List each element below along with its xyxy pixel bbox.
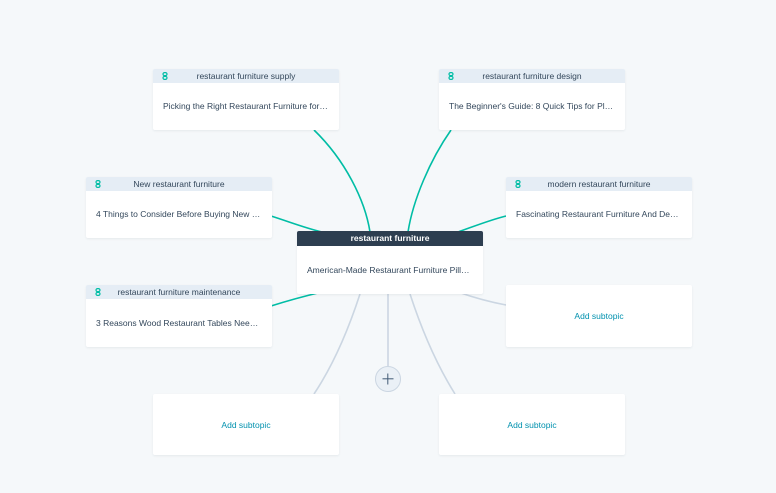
subtopic-header: New restaurant furniture — [86, 177, 272, 191]
add-subtopic-button[interactable]: Add subtopic — [439, 394, 625, 455]
connector-line — [407, 129, 452, 233]
add-subtopic-label: Add subtopic — [507, 419, 557, 430]
link-icon — [95, 288, 101, 296]
subtopic-title: Fascinating Restaurant Furniture And Des… — [516, 209, 692, 219]
link-icon — [515, 180, 521, 188]
subtopic-keyword: restaurant furniture supply — [196, 71, 296, 81]
add-subtopic-label: Add subtopic — [574, 311, 624, 321]
subtopic-title: Picking the Right Restaurant Furniture f… — [163, 101, 339, 111]
subtopic-keyword: modern restaurant furniture — [547, 179, 651, 189]
pillar-card[interactable]: restaurant furniture American-Made Resta… — [297, 231, 483, 294]
subtopic-title: 4 Things to Consider Before Buying New R… — [96, 209, 272, 219]
subtopic-header: restaurant furniture supply — [153, 69, 339, 83]
subtopic-keyword: New restaurant furniture — [133, 179, 225, 189]
link-icon — [162, 72, 168, 80]
subtopic-keyword: restaurant furniture maintenance — [117, 287, 241, 297]
subtopic-title: 3 Reasons Wood Restaurant Tables Need Ma… — [96, 318, 272, 328]
subtopic-card[interactable]: modern restaurant furniture Fascinating … — [506, 177, 692, 238]
pillar-topic: restaurant furniture — [297, 231, 483, 246]
subtopic-card[interactable]: restaurant furniture supply Picking the … — [153, 69, 339, 130]
add-subtopic-button[interactable]: Add subtopic — [153, 394, 339, 455]
subtopic-title: The Beginner's Guide: 8 Quick Tips for P… — [449, 101, 625, 111]
connector-line — [270, 215, 323, 233]
link-icon — [448, 72, 454, 80]
connector-line — [457, 215, 507, 233]
link-icon — [95, 180, 101, 188]
add-subtopic-button[interactable]: Add subtopic — [506, 285, 692, 347]
subtopic-card[interactable]: restaurant furniture design The Beginner… — [439, 69, 625, 130]
connector-line — [270, 291, 323, 307]
subtopic-card[interactable]: restaurant furniture maintenance 3 Reaso… — [86, 285, 272, 347]
subtopic-header: restaurant furniture maintenance — [86, 285, 272, 299]
subtopic-header: restaurant furniture design — [439, 69, 625, 83]
add-subtopic-label: Add subtopic — [221, 419, 271, 430]
connector-line — [313, 129, 371, 233]
connector-line — [409, 293, 456, 395]
subtopic-header: modern restaurant furniture — [506, 177, 692, 191]
subtopic-keyword: restaurant furniture design — [482, 71, 582, 81]
add-topic-plus-icon[interactable] — [375, 366, 401, 392]
subtopic-card[interactable]: New restaurant furniture 4 Things to Con… — [86, 177, 272, 238]
connector-line — [313, 293, 361, 395]
pillar-title: American-Made Restaurant Furniture Pilla… — [307, 265, 483, 275]
